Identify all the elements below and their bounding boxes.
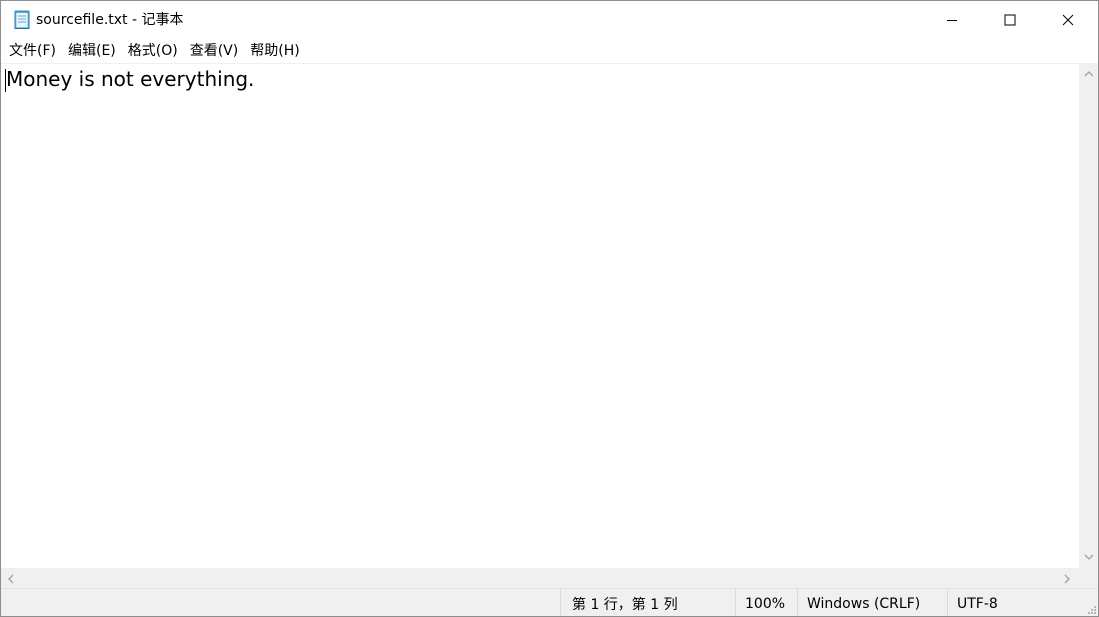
- scroll-left-icon[interactable]: [4, 571, 18, 585]
- minimize-icon: [946, 11, 958, 30]
- notepad-window: sourcefile.txt - 记事本 文件(F) 编辑(E) 格式(O) 查…: [0, 0, 1099, 617]
- text-editor[interactable]: Money is not everything.: [1, 63, 1079, 568]
- title-bar[interactable]: sourcefile.txt - 记事本: [1, 1, 1098, 39]
- editor-content[interactable]: Money is not everything.: [6, 66, 254, 92]
- cursor-position: 第 1 行，第 1 列: [560, 589, 735, 616]
- menu-bar: 文件(F) 编辑(E) 格式(O) 查看(V) 帮助(H): [1, 39, 1098, 63]
- window-title: sourcefile.txt - 记事本: [36, 12, 184, 28]
- zoom-level: 100%: [735, 589, 797, 616]
- menu-file[interactable]: 文件(F): [3, 40, 62, 62]
- menu-help[interactable]: 帮助(H): [244, 40, 305, 62]
- vertical-scrollbar[interactable]: [1079, 63, 1098, 568]
- maximize-button[interactable]: [981, 1, 1039, 39]
- scroll-down-icon[interactable]: [1082, 549, 1096, 563]
- minimize-button[interactable]: [923, 1, 981, 39]
- resize-grip-icon[interactable]: [1083, 602, 1097, 616]
- line-ending: Windows (CRLF): [797, 589, 947, 616]
- close-button[interactable]: [1039, 1, 1097, 39]
- maximize-icon: [1004, 11, 1016, 30]
- menu-edit[interactable]: 编辑(E): [62, 40, 122, 62]
- status-bar: 第 1 行，第 1 列 100% Windows (CRLF) UTF-8: [1, 588, 1098, 616]
- menu-view[interactable]: 查看(V): [184, 40, 245, 62]
- encoding: UTF-8: [947, 589, 1087, 616]
- scrollbar-corner: [1079, 568, 1098, 588]
- close-icon: [1062, 11, 1074, 30]
- horizontal-scrollbar[interactable]: [1, 568, 1079, 588]
- notepad-icon: [12, 10, 32, 30]
- scroll-right-icon[interactable]: [1060, 571, 1074, 585]
- scroll-up-icon[interactable]: [1082, 66, 1096, 80]
- menu-format[interactable]: 格式(O): [122, 40, 184, 62]
